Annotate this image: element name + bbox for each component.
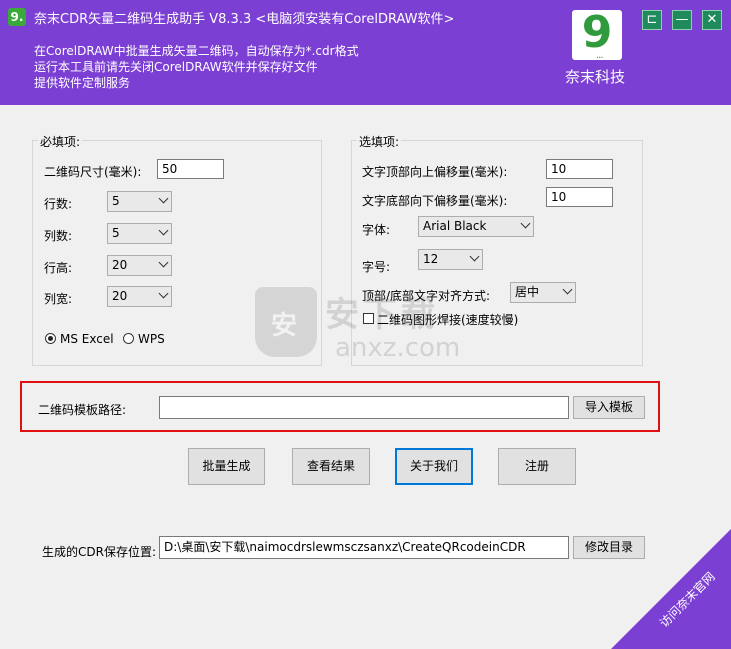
save-location-label: 生成的CDR保存位置:: [42, 545, 157, 559]
bottom-offset-input[interactable]: 10: [546, 187, 613, 207]
wps-radio[interactable]: [123, 333, 134, 344]
chevron-down-icon: [469, 251, 480, 262]
rows-select[interactable]: 5: [107, 191, 172, 212]
font-label: 字体:: [362, 223, 391, 237]
bottom-offset-label: 文字底部向下偏移量(毫米):: [362, 194, 508, 208]
brand-logo: 9 ...: [572, 7, 622, 61]
template-path-label: 二维码模板路径:: [38, 403, 127, 417]
top-offset-input[interactable]: 10: [546, 159, 613, 179]
description-line-1: 在CorelDRAW中批量生成矢量二维码，自动保存为*.cdr格式: [34, 44, 359, 58]
excel-radio[interactable]: [45, 333, 56, 344]
minimize-icon: —: [675, 12, 689, 27]
font-select-value: Arial Black: [423, 219, 487, 233]
register-button[interactable]: 注册: [498, 448, 576, 485]
window-title: 奈末CDR矢量二维码生成助手 V8.3.3 <电脑须安装有CorelDRAW软件…: [34, 12, 455, 27]
row-height-label: 行高:: [44, 261, 73, 275]
top-offset-label: 文字顶部向上偏移量(毫米):: [362, 165, 508, 179]
description-line-3: 提供软件定制服务: [34, 76, 131, 90]
text-align-select[interactable]: 居中: [510, 282, 576, 303]
chevron-down-icon: [562, 284, 573, 295]
chevron-down-icon: [520, 218, 531, 229]
cols-label: 列数:: [44, 229, 73, 243]
col-width-label: 列宽:: [44, 292, 73, 306]
chevron-down-icon: [158, 225, 169, 236]
about-us-button[interactable]: 关于我们: [395, 448, 473, 485]
cols-select[interactable]: 5: [107, 223, 172, 244]
visit-website-corner[interactable]: 访问奈末官网: [611, 529, 731, 649]
template-path-input[interactable]: [159, 396, 569, 419]
col-width-select[interactable]: 20: [107, 286, 172, 307]
font-size-select-value: 12: [423, 252, 439, 266]
pin-icon: ⊏: [646, 12, 658, 27]
qr-size-label: 二维码尺寸(毫米):: [44, 165, 142, 179]
shield-icon: 安: [255, 287, 317, 357]
cols-select-value: 5: [112, 226, 120, 240]
chevron-down-icon: [158, 288, 169, 299]
close-icon: ✕: [706, 12, 718, 27]
app-icon: 9.: [8, 8, 26, 26]
required-group-title: 必填项:: [38, 133, 83, 150]
view-results-button[interactable]: 查看结果: [292, 448, 370, 485]
row-height-select[interactable]: 20: [107, 255, 172, 276]
minimize-button[interactable]: —: [672, 10, 692, 30]
font-size-select[interactable]: 12: [418, 249, 483, 270]
text-align-select-value: 居中: [515, 285, 540, 299]
wps-radio-label[interactable]: WPS: [138, 332, 165, 346]
font-size-label: 字号:: [362, 260, 391, 274]
description-line-2: 运行本工具前请先关闭CorelDRAW软件并保存好文件: [34, 60, 318, 74]
font-select[interactable]: Arial Black: [418, 216, 534, 237]
import-template-button[interactable]: 导入模板: [573, 396, 645, 419]
batch-generate-button[interactable]: 批量生成: [188, 448, 265, 485]
site-watermark: 安 安下载 anxz.com: [255, 287, 475, 367]
row-height-select-value: 20: [112, 258, 128, 272]
chevron-down-icon: [158, 257, 169, 268]
optional-group-title: 选填项:: [357, 133, 402, 150]
qr-size-input[interactable]: 50: [157, 159, 224, 179]
watermark-text: 安下载: [325, 295, 439, 335]
logo-dots: ...: [596, 50, 603, 61]
rows-label: 行数:: [44, 197, 73, 211]
close-button[interactable]: ✕: [702, 10, 722, 30]
pin-button[interactable]: ⊏: [642, 10, 662, 30]
excel-radio-label[interactable]: MS Excel: [60, 332, 114, 346]
brand-name: 奈末科技: [565, 68, 626, 86]
chevron-down-icon: [158, 193, 169, 204]
rows-select-value: 5: [112, 194, 120, 208]
corner-ribbon: [611, 529, 731, 649]
save-path-input[interactable]: D:\桌面\安下载\naimocdrslewmsczsanxz\CreateQR…: [159, 536, 569, 559]
col-width-select-value: 20: [112, 289, 128, 303]
watermark-subtext: anxz.com: [335, 333, 461, 363]
header-banner: 9. 奈末CDR矢量二维码生成助手 V8.3.3 <电脑须安装有CorelDRA…: [0, 0, 731, 105]
